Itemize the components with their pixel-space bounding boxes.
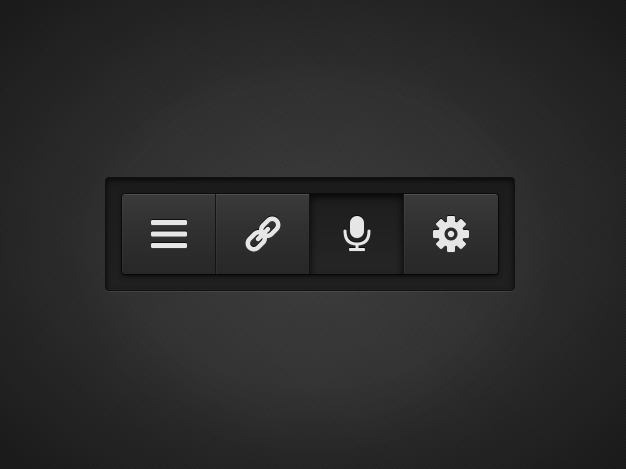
- icon-toolbar: [122, 194, 498, 274]
- menu-button[interactable]: [122, 194, 216, 274]
- microphone-icon: [343, 216, 370, 251]
- microphone-button[interactable]: [310, 194, 404, 274]
- link-icon: [245, 216, 280, 252]
- link-button[interactable]: [216, 194, 310, 274]
- settings-button[interactable]: [404, 194, 498, 274]
- menu-icon: [150, 220, 187, 248]
- gear-icon: [433, 216, 469, 252]
